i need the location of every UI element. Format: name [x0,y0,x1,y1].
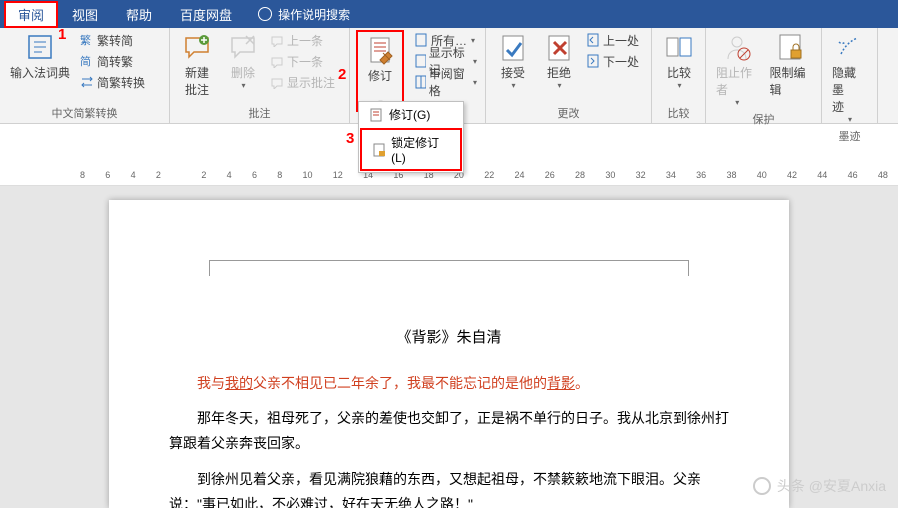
delete-icon [228,32,258,62]
reject-icon [544,32,574,62]
annotation-2: 2 [338,66,346,83]
prev-change[interactable]: 上一处 [584,30,641,50]
next-icon [586,54,600,68]
prev-icon [270,33,284,47]
prev-comment[interactable]: 上一条 [268,30,337,50]
review-pane[interactable]: 审阅窗格▾ [412,72,479,92]
annotation-1: 1 [58,26,66,43]
group-label: 批注 [176,103,343,123]
convert-icon [80,75,94,89]
lock-track-icon [372,143,385,157]
block-icon [722,32,752,62]
paragraph: 到徐州见着父亲，看见满院狼藉的东西，又想起祖母，不禁簌簌地流下眼泪。父亲说："事… [169,467,729,508]
dd-track[interactable]: 修订(G) [359,102,463,127]
compare-button[interactable]: 比较▾ [658,30,700,92]
compare-icon [664,32,694,62]
tell-me-search[interactable]: 操作说明搜索 [258,6,350,23]
lock-icon [775,32,805,62]
accept-button[interactable]: 接受▾ [492,30,534,92]
dict-icon [25,32,55,62]
restrict-edit-button[interactable]: 限制编辑 [766,30,816,100]
track-icon [365,35,395,65]
dd-lock-track[interactable]: 锁定修订(L) [360,128,462,171]
next-change[interactable]: 下一处 [584,51,641,71]
simp-to-trad[interactable]: 简简转繁 [78,51,147,71]
tab-help[interactable]: 帮助 [112,1,166,28]
delete-comment-button[interactable]: 删除▾ [222,30,264,92]
group-label: 中文简繁转换 [6,103,163,123]
bulb-icon [258,7,272,21]
reject-button[interactable]: 拒绝▾ [538,30,580,92]
show-icon [270,75,284,89]
page-break-marker [209,260,689,276]
page: 《背影》朱自清 我与我的父亲不相见已二年余了，我最不能忘记的是他的背影。 那年冬… [109,200,789,508]
track-icon [369,108,383,122]
tab-baidu[interactable]: 百度网盘 [166,1,246,28]
doc-title: 《背影》朱自清 [169,326,729,347]
simp-trad-convert[interactable]: 简繁转换 [78,72,147,92]
watermark: 头条 @安夏Anxia [753,476,886,496]
next-comment[interactable]: 下一条 [268,51,337,71]
svg-text:繁: 繁 [80,33,91,47]
group-label: 更改 [492,103,645,123]
doc-icon [414,33,428,47]
track-changes-highlight: 修订▾ [356,30,404,112]
track-changes-button[interactable]: 修订▾ [359,33,401,109]
tab-bar: 审阅 视图 帮助 百度网盘 操作说明搜索 [0,0,898,28]
accept-icon [498,32,528,62]
pane-icon [414,75,426,89]
convert-icon: 简 [80,54,94,68]
page-area: 《背影》朱自清 我与我的父亲不相见已二年余了，我最不能忘记的是他的背影。 那年冬… [0,186,898,508]
hide-ink-button[interactable]: 隐藏墨 迹▾ [828,30,871,126]
tab-review[interactable]: 审阅 [4,1,58,28]
block-authors-button[interactable]: 阻止作者▾ [712,30,762,109]
tab-view[interactable]: 视图 [58,1,112,28]
new-comment-button[interactable]: 新建 批注 [176,30,218,100]
ink-icon [835,32,865,62]
group-label: 墨迹 [828,126,871,146]
comment-icon [182,32,212,62]
markup-icon [414,54,426,68]
next-icon [270,54,284,68]
group-label: 保护 [712,109,815,129]
group-label: 比较 [658,103,699,123]
trad-to-simp[interactable]: 繁繁转简 [78,30,147,50]
show-comments[interactable]: 显示批注 [268,72,337,92]
prev-icon [586,33,600,47]
annotation-3: 3 [346,130,354,147]
convert-icon: 繁 [80,33,94,47]
paragraph: 那年冬天，祖母死了，父亲的差使也交卸了，正是祸不单行的日子。我从北京到徐州打算跟… [169,406,729,456]
paragraph: 我与我的父亲不相见已二年余了，我最不能忘记的是他的背影。 [169,371,729,396]
watermark-icon [753,477,771,495]
track-dropdown: 修订(G) 锁定修订(L) [358,101,464,173]
svg-text:简: 简 [80,54,91,68]
